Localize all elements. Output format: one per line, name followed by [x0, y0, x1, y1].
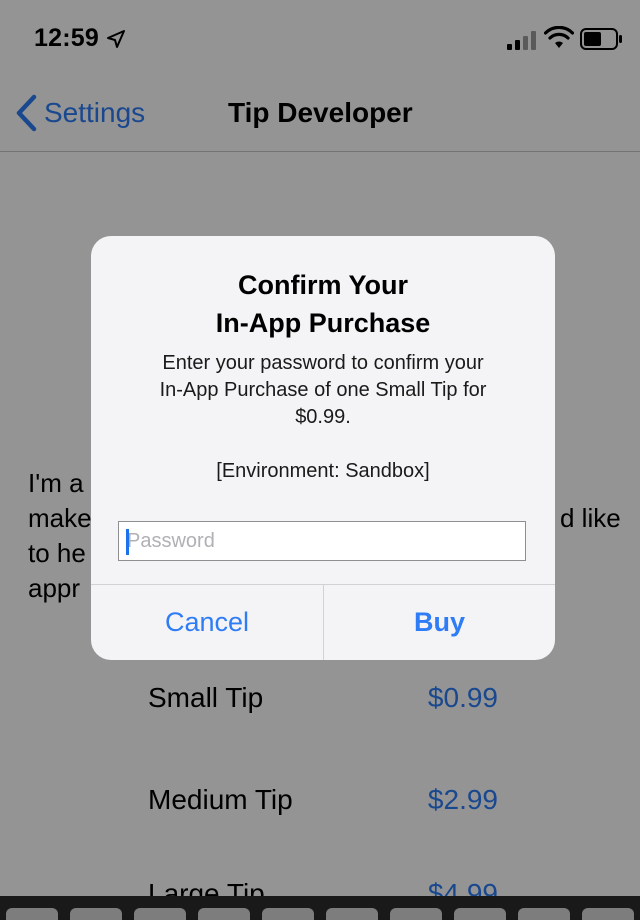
alert-title-line-1: Confirm Your [237, 270, 408, 300]
alert-message-line-3: $0.99. [295, 406, 351, 428]
alert-title: Confirm Your In-App Purchase [91, 266, 555, 342]
cancel-button[interactable]: Cancel [91, 585, 323, 660]
screen: 12:59 Settings Tip Developer I'm a make … [0, 0, 640, 920]
environment-label: [Environment: Sandbox] [216, 460, 430, 482]
purchase-alert: Confirm Your In-App Purchase Enter your … [91, 236, 555, 660]
buy-button[interactable]: Buy [324, 585, 555, 660]
password-input[interactable] [118, 521, 526, 561]
alert-title-line-2: In-App Purchase [215, 308, 431, 338]
alert-message: Enter your password to confirm your In-A… [111, 350, 535, 431]
text-caret [126, 529, 129, 555]
alert-message-line-2: In-App Purchase of one Small Tip for [159, 379, 487, 401]
alert-message-line-1: Enter your password to confirm your [162, 352, 484, 374]
